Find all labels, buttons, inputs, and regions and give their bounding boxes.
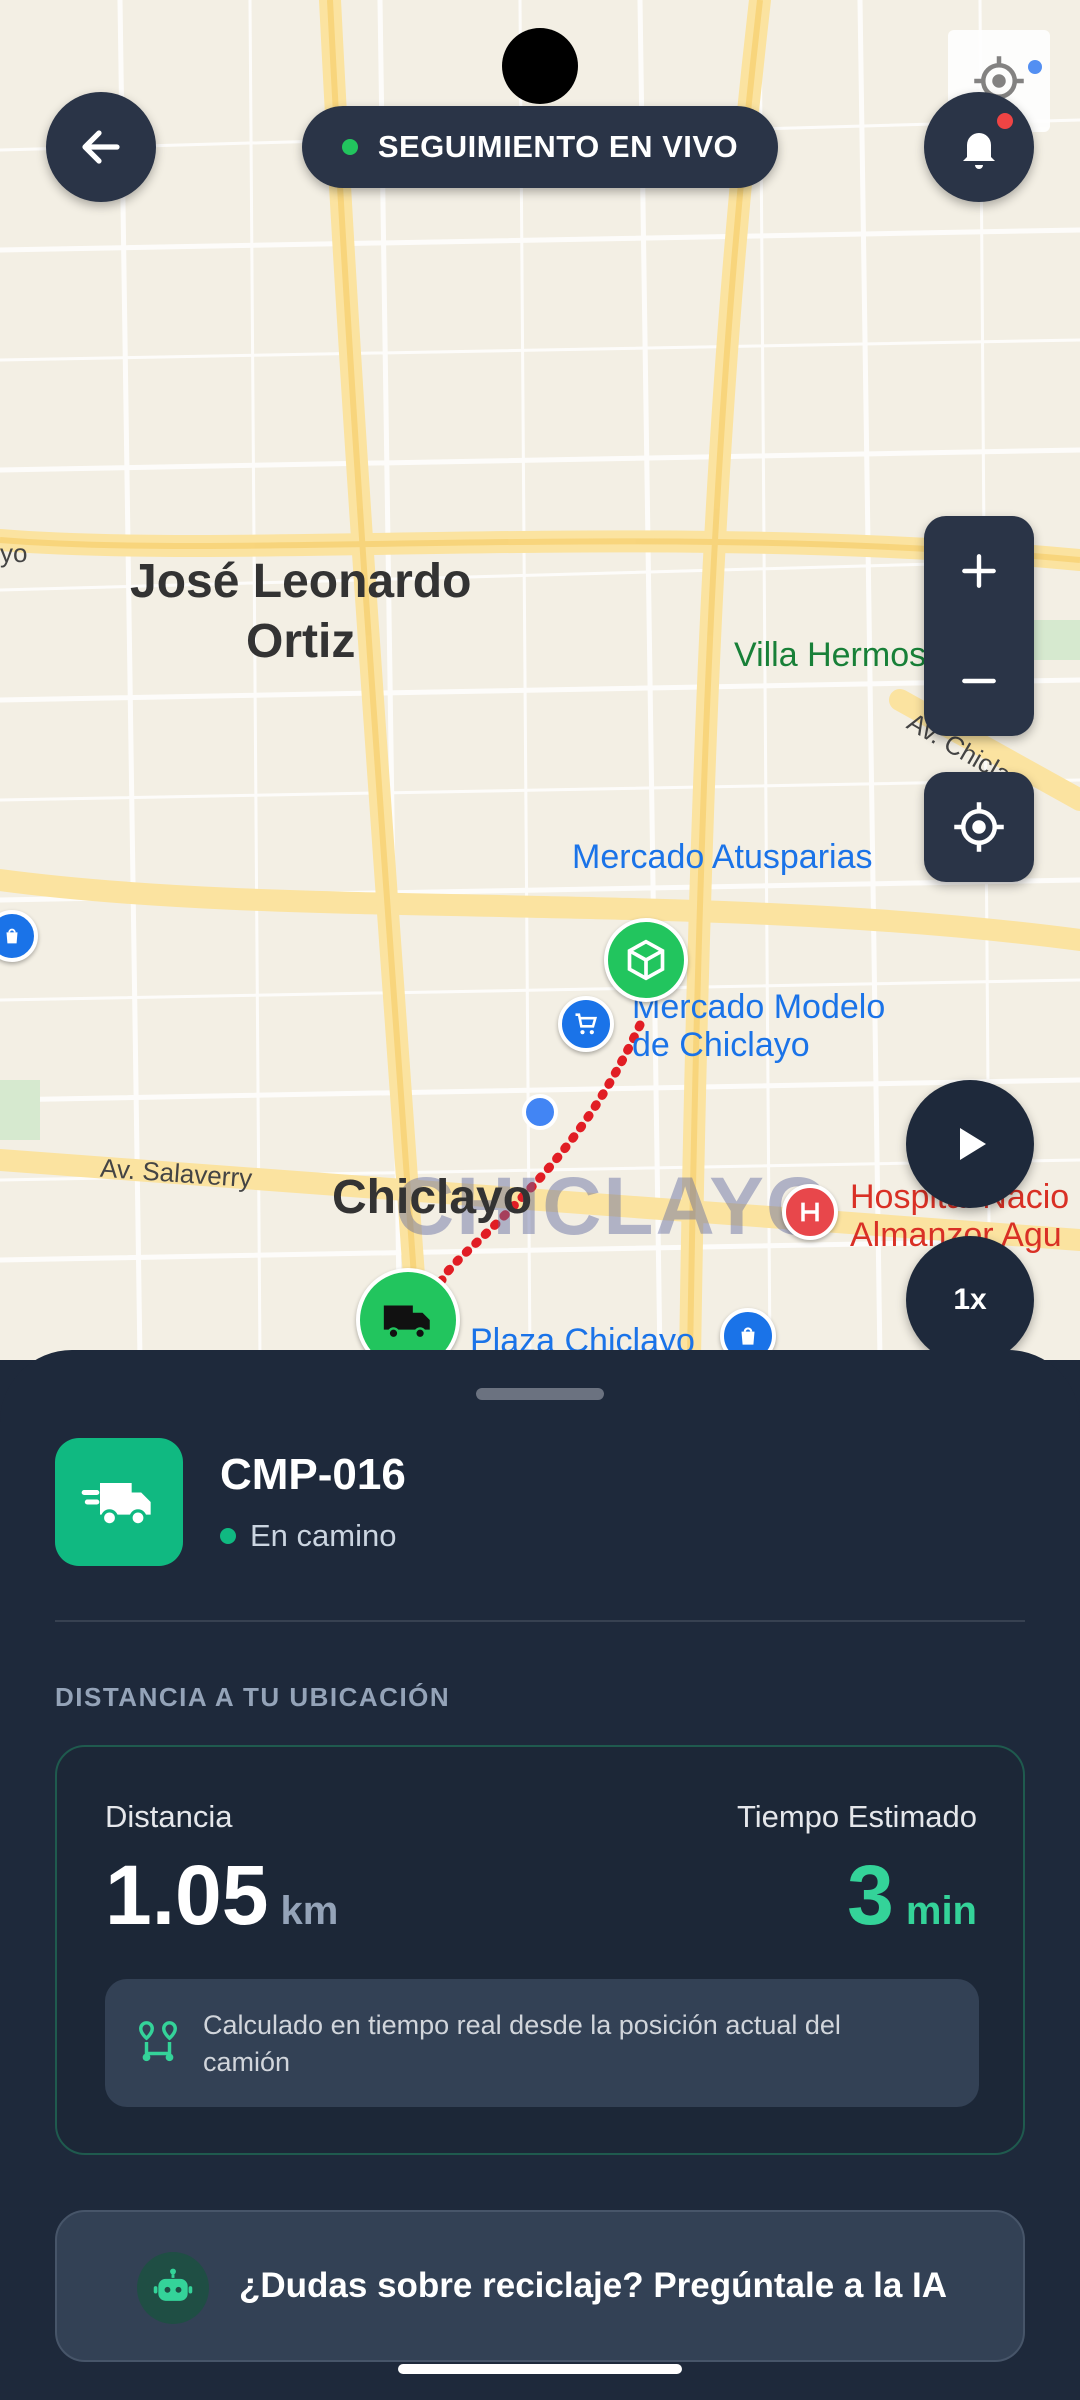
sheet-drag-handle[interactable] <box>476 1388 604 1400</box>
arrow-left-icon <box>82 130 120 164</box>
zoom-out-button[interactable] <box>924 626 1034 736</box>
bell-icon <box>963 133 995 169</box>
play-replay-button[interactable] <box>906 1080 1034 1208</box>
notifications-button[interactable] <box>924 92 1034 202</box>
plus-icon <box>962 554 996 588</box>
eta-unit: min <box>905 1889 977 1933</box>
play-icon <box>960 1128 986 1160</box>
crosshair-icon <box>954 802 1004 852</box>
front-camera <box>502 28 578 104</box>
ask-ai-button[interactable]: ¿Dudas sobre reciclaje? Pregúntale a la … <box>55 2210 1025 2362</box>
mercado-modelo-label[interactable]: Mercado Modelo de Chiclayo <box>632 988 885 1064</box>
back-button[interactable] <box>46 92 156 202</box>
live-status-dot <box>341 139 358 155</box>
cart-icon[interactable] <box>558 996 614 1052</box>
distance-value-group: 1.05 km <box>105 1847 338 1944</box>
vehicle-id: CMP-016 <box>220 1450 406 1499</box>
speed-button[interactable]: 1x <box>906 1236 1034 1364</box>
minus-icon <box>962 678 996 684</box>
city-label: Chiclayo <box>332 1171 533 1224</box>
live-tracking-label: SEGUIMIENTO EN VIVO <box>377 129 739 164</box>
section-divider <box>55 1620 1025 1622</box>
vehicle-status: En camino <box>220 1518 396 1554</box>
zoom-controls <box>924 516 1034 736</box>
realtime-note: Calculado en tiempo real desde la posici… <box>105 1979 979 2107</box>
truck-fast-icon <box>81 1483 151 1527</box>
live-tracking-pill: SEGUIMIENTO EN VIVO <box>302 106 778 188</box>
villa-hermosa-label: Villa Hermosa <box>734 636 946 674</box>
district-label: José Leonardo Ortiz <box>130 555 472 668</box>
home-indicator[interactable] <box>398 2364 682 2374</box>
eta-label: Tiempo Estimado <box>736 1799 977 1834</box>
distance-card: Distancia Tiempo Estimado 1.05 km 3 min Ca… <box>55 1745 1025 2155</box>
notification-badge <box>994 110 1016 132</box>
distance-label: Distancia <box>105 1799 233 1834</box>
eta-value: 3 <box>847 1848 894 1942</box>
ask-ai-label: ¿Dudas sobre reciclaje? Pregúntale a la … <box>239 2266 948 2305</box>
eta-value-group: 3 min <box>847 1847 977 1944</box>
vehicle-avatar <box>55 1438 183 1566</box>
recenter-button[interactable] <box>924 772 1034 882</box>
robot-icon <box>137 2252 209 2324</box>
status-dot <box>220 1528 236 1544</box>
distance-value: 1.05 <box>105 1848 269 1942</box>
speed-label: 1x <box>953 1283 987 1316</box>
edge-place-label: yo <box>0 538 28 568</box>
distance-unit: km <box>280 1889 339 1933</box>
hospital-icon[interactable] <box>782 1184 838 1240</box>
mercado-atusparias-label[interactable]: Mercado Atusparias <box>572 838 873 876</box>
realtime-note-text: Calculado en tiempo real desde la posici… <box>203 2010 841 2077</box>
route-pins-icon <box>139 2021 177 2062</box>
bottom-sheet: CMP-016 En camino DISTANCIA A TU UBICACI… <box>0 1350 1080 2400</box>
distance-section-title: DISTANCIA A TU UBICACIÓN <box>55 1682 451 1712</box>
vehicle-status-text: En camino <box>250 1518 397 1553</box>
collection-point-icon[interactable] <box>604 918 688 1002</box>
zoom-in-button[interactable] <box>924 516 1034 626</box>
